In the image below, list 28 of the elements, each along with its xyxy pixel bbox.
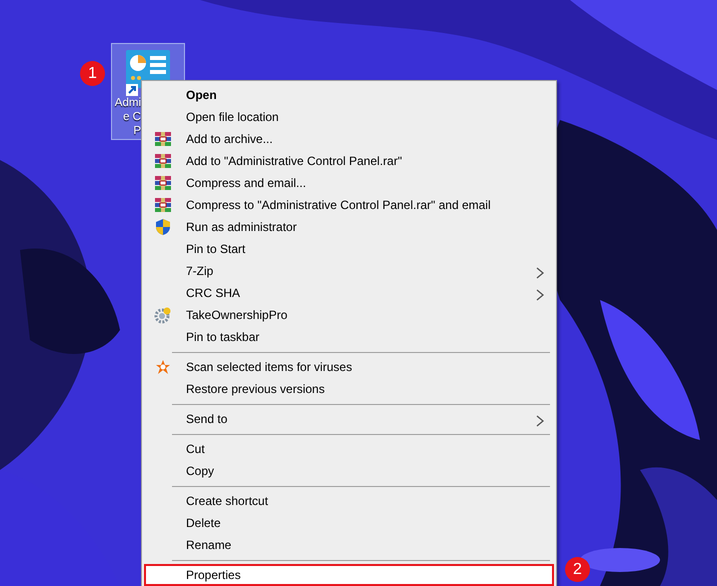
menu-item[interactable]: Pin to Start xyxy=(144,238,554,260)
menu-item[interactable]: Scan selected items for viruses xyxy=(144,356,554,378)
menu-item[interactable]: 7-Zip xyxy=(144,260,554,282)
archive-icon xyxy=(154,152,172,170)
icon-label: P xyxy=(132,124,141,138)
menu-item[interactable]: Properties xyxy=(144,564,554,586)
archive-icon xyxy=(154,130,172,148)
icon-label: e C xyxy=(122,110,141,124)
menu-item[interactable]: CRC SHA xyxy=(144,282,554,304)
menu-item[interactable]: Add to "Administrative Control Panel.rar" xyxy=(144,150,554,172)
menu-item[interactable]: Restore previous versions xyxy=(144,378,554,400)
menu-item[interactable]: TakeOwnershipPro xyxy=(144,304,554,326)
shield-icon xyxy=(154,218,172,236)
menu-item[interactable]: Copy xyxy=(144,460,554,482)
menu-item[interactable]: Send to xyxy=(144,408,554,430)
menu-item[interactable]: Rename xyxy=(144,534,554,556)
menu-item[interactable]: Cut xyxy=(144,438,554,460)
menu-item[interactable]: Delete xyxy=(144,512,554,534)
gear-icon xyxy=(154,306,172,324)
menu-item[interactable]: Pin to taskbar xyxy=(144,326,554,348)
antivirus-icon xyxy=(154,358,172,376)
menu-item[interactable]: Create shortcut xyxy=(144,490,554,512)
menu-item[interactable]: Compress to "Administrative Control Panel.rar" and email xyxy=(144,194,554,216)
archive-icon xyxy=(154,196,172,214)
icon-label: Admi xyxy=(114,96,141,110)
archive-icon xyxy=(154,174,172,192)
menu-item[interactable]: Run as administrator xyxy=(144,216,554,238)
menu-item[interactable]: Compress and email... xyxy=(144,172,554,194)
